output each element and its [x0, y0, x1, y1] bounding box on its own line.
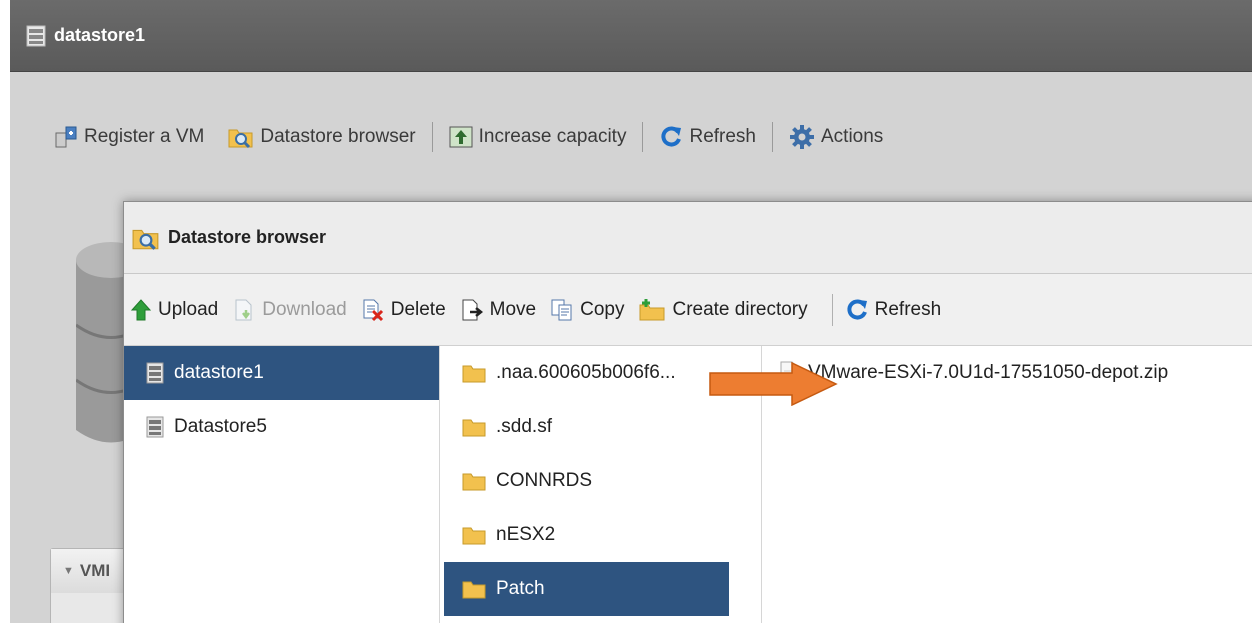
datastore-label: datastore1 — [174, 362, 264, 383]
file-label: VMware-ESXi-7.0U1d-17551050-depot.zip — [808, 362, 1169, 383]
dialog-title: Datastore browser — [168, 227, 327, 247]
refresh-icon — [661, 126, 682, 147]
download-button[interactable]: Download — [232, 298, 347, 322]
copy-label: Copy — [580, 298, 625, 320]
dialog-toolbar: Upload Download Delete Move Copy Create … — [124, 274, 1252, 346]
datastore-browser-icon — [132, 229, 159, 250]
folder-item[interactable]: .sdd.sf — [444, 400, 729, 454]
folder-label: .sdd.sf — [496, 416, 552, 437]
refresh-button[interactable]: Refresh — [659, 125, 756, 149]
register-vm-icon — [55, 126, 77, 148]
actions-label: Actions — [821, 126, 884, 147]
download-icon — [235, 299, 252, 320]
register-vm-label: Register a VM — [84, 126, 205, 147]
datastore-toolbar: Register a VM Datastore browser Increase… — [54, 122, 883, 152]
upload-button[interactable]: Upload — [130, 298, 218, 322]
datastore-browser-dialog: Datastore browser Upload Download Delete — [123, 201, 1252, 623]
refresh-label: Refresh — [689, 126, 756, 147]
folder-item[interactable]: nESX2 — [444, 508, 729, 562]
folder-icon — [462, 581, 486, 599]
folder-label: nESX2 — [496, 524, 556, 545]
move-icon — [462, 299, 483, 320]
page-header: datastore1 — [10, 0, 1252, 72]
browser-columns: datastore1 Datastore5 .naa.600605b006f6.… — [124, 346, 1252, 623]
datastore-browser-button[interactable]: Datastore browser — [228, 125, 416, 149]
move-button[interactable]: Move — [460, 298, 536, 322]
datastore-browser-label: Datastore browser — [260, 126, 416, 147]
collapse-icon: ▼ — [63, 565, 74, 577]
folder-label: Patch — [496, 578, 545, 599]
new-folder-icon — [639, 298, 665, 320]
increase-capacity-button[interactable]: Increase capacity — [449, 126, 627, 148]
folder-icon — [462, 365, 486, 383]
datastore-label: Datastore5 — [174, 416, 267, 437]
move-label: Move — [489, 298, 537, 320]
refresh-icon — [847, 299, 867, 319]
toolbar-divider — [642, 122, 644, 152]
delete-icon — [363, 299, 383, 321]
dialog-refresh-button[interactable]: Refresh — [845, 298, 942, 322]
delete-button[interactable]: Delete — [361, 298, 446, 322]
annotation-arrow — [709, 362, 838, 406]
toolbar-divider — [431, 122, 433, 152]
refresh-label: Refresh — [874, 298, 942, 320]
folder-icon — [462, 419, 486, 437]
create-directory-button[interactable]: Create directory — [638, 298, 808, 322]
copy-button[interactable]: Copy — [550, 298, 624, 322]
copy-icon — [551, 299, 572, 320]
increase-capacity-icon — [449, 126, 473, 148]
datastore-icon — [146, 362, 164, 384]
actions-button[interactable]: Actions — [789, 124, 883, 150]
folder-label: .naa.600605b006f6... — [496, 362, 676, 383]
gear-icon — [790, 125, 814, 149]
toolbar-divider — [772, 122, 773, 152]
download-label: Download — [262, 298, 347, 320]
delete-label: Delete — [390, 298, 446, 320]
datastore-item[interactable]: Datastore5 — [124, 400, 439, 454]
register-vm-button[interactable]: Register a VM — [54, 125, 204, 149]
increase-capacity-label: Increase capacity — [478, 126, 627, 147]
upload-arrow-icon — [130, 298, 152, 320]
vm-panel-label: VMI — [79, 561, 111, 580]
folder-item[interactable]: Patch — [444, 562, 729, 616]
upload-label: Upload — [158, 298, 219, 320]
datastore-item[interactable]: datastore1 — [124, 346, 439, 400]
create-directory-label: Create directory — [672, 298, 808, 320]
folder-icon — [462, 527, 486, 545]
folder-icon — [462, 473, 486, 491]
datastore-icon — [26, 25, 46, 46]
dialog-titlebar: Datastore browser — [124, 202, 1252, 274]
folder-item[interactable]: CONNRDS — [444, 454, 729, 508]
datastore-browser-icon — [228, 129, 253, 149]
datastore-icon — [146, 416, 164, 438]
page-title: datastore1 — [54, 25, 146, 45]
folder-label: CONNRDS — [496, 470, 593, 491]
datastore-list: datastore1 Datastore5 — [124, 346, 440, 623]
folder-item[interactable]: .naa.600605b006f6... — [444, 346, 729, 400]
toolbar-divider — [831, 293, 833, 326]
